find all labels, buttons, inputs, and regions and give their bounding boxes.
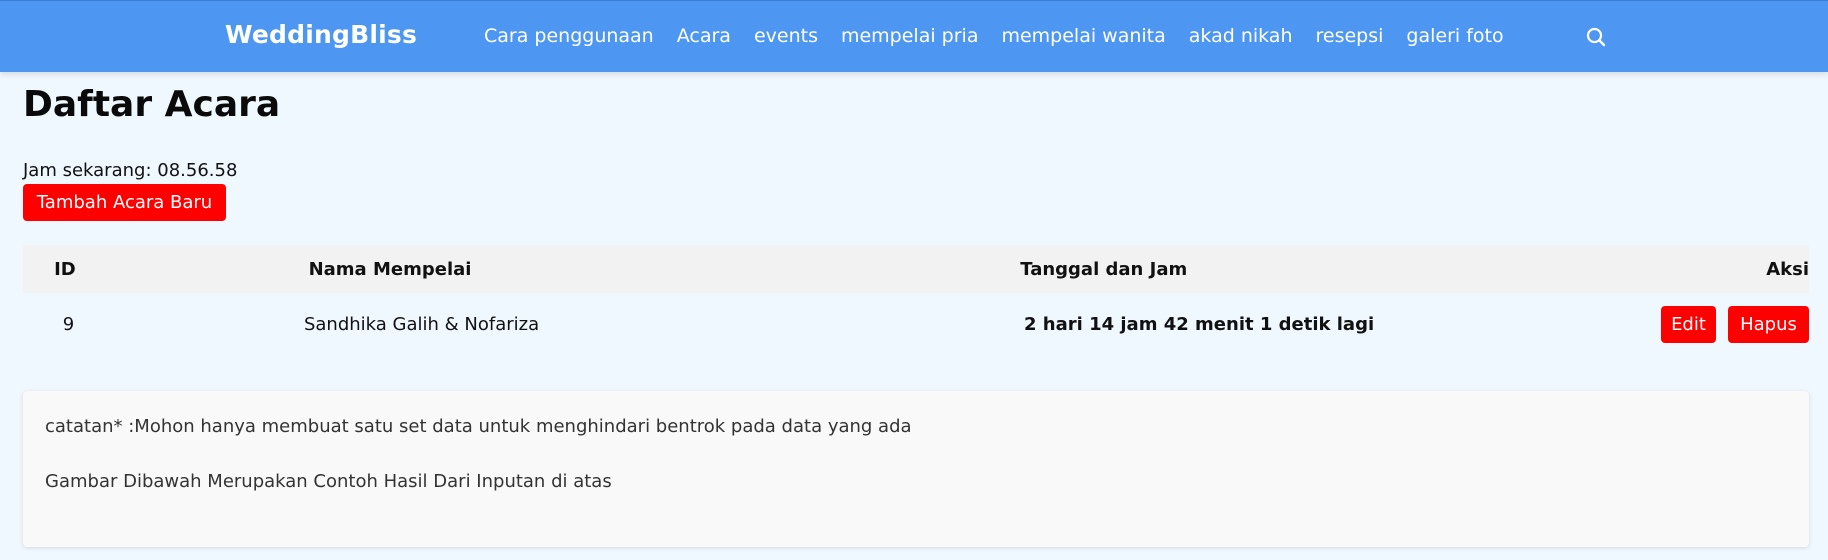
note-warning: catatan* :Mohon hanya membuat satu set d… — [45, 416, 912, 437]
add-event-button[interactable]: Tambah Acara Baru — [23, 184, 226, 221]
events-table: ID Nama Mempelai Tanggal dan Jam Aksi 9 … — [23, 245, 1809, 355]
page-title: Daftar Acara — [23, 84, 281, 125]
nav-link-mempelai-wanita[interactable]: mempelai wanita — [1001, 25, 1165, 47]
row-countdown-text: 2 hari 14 jam 42 menit 1 detik lagi — [1024, 313, 1375, 335]
note-example: Gambar Dibawah Merupakan Contoh Hasil Da… — [45, 471, 612, 492]
note-card: catatan* :Mohon hanya membuat satu set d… — [23, 391, 1809, 547]
row-id: 9 — [62, 313, 75, 335]
row-actions: Edit Hapus — [1661, 305, 1809, 343]
header-date: Tanggal dan Jam — [673, 259, 1592, 280]
table-row: 9 Sandhika Galih & Nofariza 2 hari 14 ja… — [23, 293, 1809, 355]
header-actions: Aksi — [1766, 258, 1809, 280]
search-icon[interactable] — [1584, 25, 1608, 49]
nav-link-events[interactable]: events — [754, 25, 818, 47]
header-date-label: Tanggal dan Jam — [1020, 258, 1188, 280]
nav-link-mempelai-pria[interactable]: mempelai pria — [841, 25, 979, 47]
top-navbar: WeddingBliss Cara penggunaan Acara event… — [0, 0, 1828, 72]
nav-link-akad-nikah[interactable]: akad nikah — [1189, 25, 1293, 47]
nav-link-acara[interactable]: Acara — [677, 25, 731, 47]
header-name: Nama Mempelai — [308, 258, 472, 280]
nav-link-cara-penggunaan[interactable]: Cara penggunaan — [484, 25, 654, 47]
header-id: ID — [54, 258, 76, 280]
brand-logo[interactable]: WeddingBliss — [225, 20, 417, 49]
nav-link-galeri-foto[interactable]: galeri foto — [1406, 25, 1503, 47]
delete-button[interactable]: Hapus — [1728, 305, 1809, 343]
edit-button[interactable]: Edit — [1661, 305, 1716, 343]
nav-links: Cara penggunaan Acara events mempelai pr… — [484, 25, 1527, 47]
row-countdown: 2 hari 14 jam 42 menit 1 detik lagi — [729, 314, 1727, 335]
nav-link-resepsi[interactable]: resepsi — [1316, 25, 1384, 47]
current-time-label: Jam sekarang: 08.56.58 — [23, 160, 238, 181]
table-header: ID Nama Mempelai Tanggal dan Jam Aksi — [23, 245, 1809, 293]
row-name: Sandhika Galih & Nofariza — [303, 313, 540, 335]
